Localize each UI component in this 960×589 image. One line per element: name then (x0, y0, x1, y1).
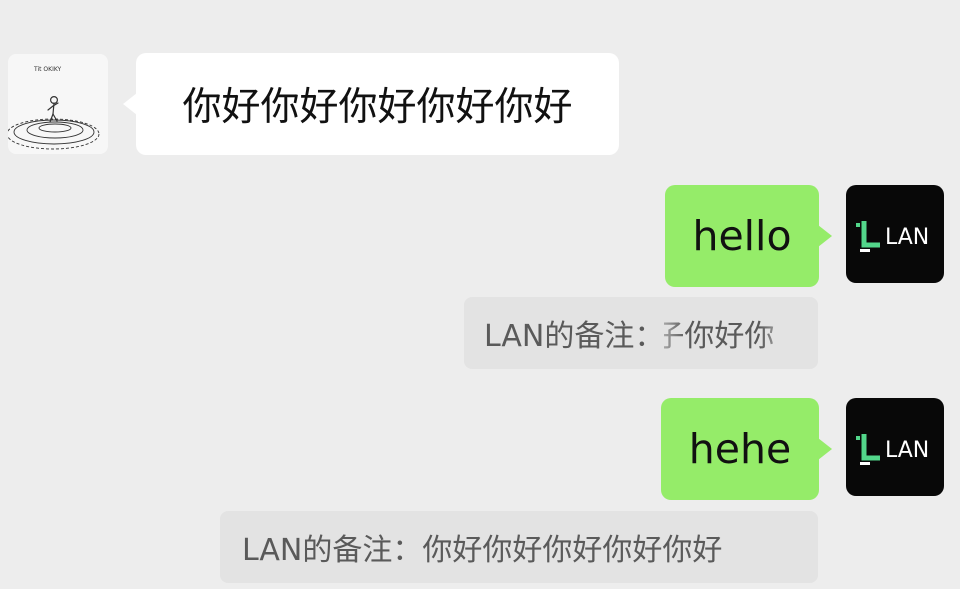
lan-logo-icon: LAN (856, 221, 929, 252)
quote-prefix: LAN的备注： (484, 319, 665, 354)
quote-prefix: LAN的备注： (242, 533, 423, 568)
self-avatar[interactable]: LAN (846, 398, 944, 496)
quoted-remark[interactable]: LAN的备注： 你好你好你好你好你好 (220, 511, 818, 583)
message-bubble-outgoing[interactable]: hello (665, 185, 832, 287)
quote-content-clip: 子你好你 (664, 311, 784, 355)
avatar-text: LAN (885, 225, 929, 250)
contact-avatar[interactable]: Tit OKIKY (8, 54, 108, 154)
doodle-pond-avatar-icon: Tit OKIKY (8, 66, 100, 150)
avatar-caption: Tit OKIKY (33, 66, 62, 73)
message-text: 你好你好你好你好你好 (182, 85, 573, 130)
message-bubble-incoming[interactable]: 你好你好你好你好你好 (123, 53, 619, 155)
quote-content: 子你好你 (664, 319, 775, 354)
message-text: hello (692, 212, 792, 260)
lan-logo-icon: LAN (856, 434, 929, 465)
self-avatar[interactable]: LAN (846, 185, 944, 283)
message-bubble-outgoing[interactable]: hehe (661, 398, 832, 500)
quoted-remark[interactable]: LAN的备注： 子你好你 (464, 297, 818, 369)
avatar-text: LAN (885, 438, 929, 463)
message-text: hehe (688, 425, 792, 473)
quote-content: 你好你好你好你好你好 (422, 533, 723, 568)
